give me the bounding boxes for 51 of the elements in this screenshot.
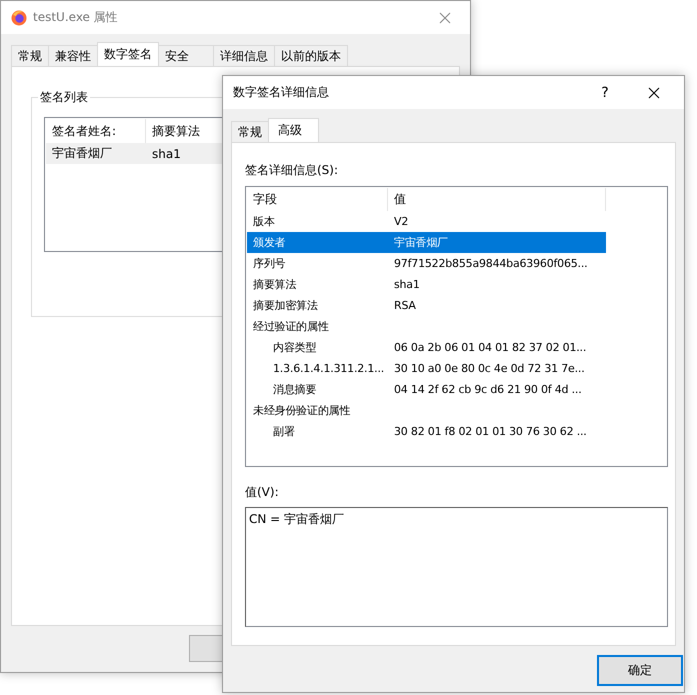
- list-cell: sha1: [152, 146, 181, 160]
- ok-button[interactable]: 确定: [597, 655, 683, 686]
- tab[interactable]: 高级: [268, 118, 319, 142]
- detail-row[interactable]: 序列号 97f71522b855a9844ba63960f065...: [247, 253, 606, 274]
- tab[interactable]: 常规: [231, 121, 269, 142]
- column-header[interactable]: 字段: [247, 188, 388, 211]
- field-cell: 序列号: [253, 256, 286, 271]
- field-cell: 摘要算法: [253, 277, 296, 292]
- value-cell: 宇宙香烟厂: [394, 235, 448, 250]
- field-cell: 内容类型: [273, 340, 316, 355]
- value-cell: 30 82 01 f8 02 01 01 30 76 30 62 ...: [394, 425, 587, 438]
- app-logo-icon: [11, 10, 27, 26]
- field-cell: 未经身份验证的属性: [253, 403, 350, 418]
- field-cell: 副署: [273, 424, 295, 439]
- detail-row[interactable]: 未经身份验证的属性: [247, 400, 606, 421]
- detail-row[interactable]: 副署 30 82 01 f8 02 01 01 30 76 30 62 ...: [247, 421, 606, 442]
- detail-row[interactable]: 经过验证的属性: [247, 316, 606, 337]
- details-label: 签名详细信息(S):: [245, 162, 340, 179]
- field-cell: 版本: [253, 214, 275, 229]
- value-cell: RSA: [394, 299, 416, 312]
- detail-row[interactable]: 消息摘要 04 14 2f 62 cb 9c d6 21 90 0f 4d ...: [247, 379, 606, 400]
- value-cell: 04 14 2f 62 cb 9c d6 21 90 0f 4d ...: [394, 383, 582, 396]
- field-cell: 1.3.6.1.4.1.311.2.1...: [273, 362, 384, 375]
- close-icon[interactable]: [648, 86, 660, 98]
- detail-row[interactable]: 摘要加密算法 RSA: [247, 295, 606, 316]
- window-title: testU.exe 属性: [33, 9, 119, 26]
- list-cell: 宇宙香烟厂: [52, 145, 112, 162]
- group-title: 签名列表: [38, 89, 90, 106]
- dialog-title: 数字签名详细信息: [233, 84, 330, 101]
- value-label: 值(V):: [245, 484, 280, 501]
- tab[interactable]: 数字签名: [97, 42, 159, 66]
- detail-row[interactable]: 颁发者 宇宙香烟厂: [247, 232, 606, 253]
- value-cell: sha1: [394, 278, 420, 291]
- details-list[interactable]: [245, 186, 668, 467]
- field-cell: 消息摘要: [273, 382, 316, 397]
- value-cell: 06 0a 2b 06 01 04 01 82 37 02 01...: [394, 341, 586, 354]
- help-button[interactable]: ?: [582, 84, 628, 100]
- field-cell: 经过验证的属性: [253, 319, 329, 334]
- detail-row[interactable]: 摘要算法 sha1: [247, 274, 606, 295]
- column-header[interactable]: 值: [388, 188, 606, 211]
- value-cell: 97f71522b855a9844ba63960f065...: [394, 257, 588, 270]
- value-cell: 30 10 a0 0e 80 0c 4e 0d 72 31 7e...: [394, 362, 585, 375]
- tab[interactable]: 常规: [11, 45, 49, 66]
- field-cell: 颁发者: [253, 235, 286, 250]
- detail-row[interactable]: 内容类型 06 0a 2b 06 01 04 01 82 37 02 01...: [247, 337, 606, 358]
- detail-row[interactable]: 1.3.6.1.4.1.311.2.1... 30 10 a0 0e 80 0c 4e 0d 72 31 7e...: [247, 358, 606, 379]
- field-cell: 摘要加密算法: [253, 298, 318, 313]
- value-text-box[interactable]: CN = 宇宙香烟厂: [245, 507, 668, 627]
- tab[interactable]: 以前的版本: [274, 45, 348, 66]
- value-cell: V2: [394, 215, 408, 228]
- detail-row[interactable]: 版本 V2: [247, 211, 606, 232]
